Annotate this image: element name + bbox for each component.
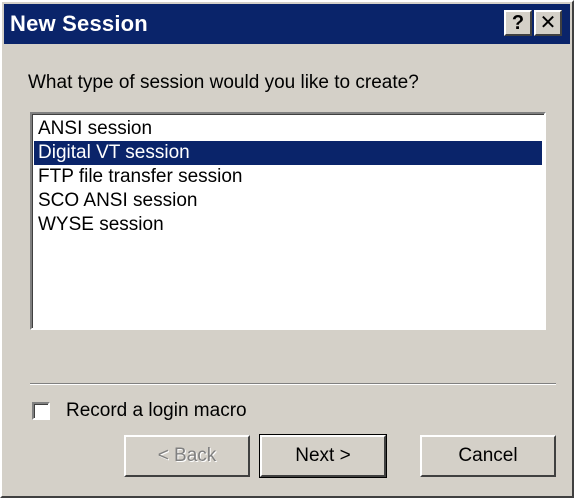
record-macro-option[interactable]: Record a login macro [32, 400, 247, 422]
title-bar[interactable]: New Session ? ✕ [4, 4, 570, 44]
close-icon: ✕ [539, 12, 557, 34]
record-macro-label: Record a login macro [66, 400, 247, 421]
record-macro-checkbox[interactable] [32, 402, 50, 420]
list-item[interactable]: SCO ANSI session [34, 189, 542, 213]
back-button[interactable]: < Back [124, 435, 250, 477]
list-item[interactable]: Digital VT session [34, 141, 542, 165]
next-button[interactable]: Next > [259, 434, 387, 478]
list-item[interactable]: WYSE session [34, 213, 542, 237]
new-session-dialog: New Session ? ✕ What type of session wou… [0, 0, 574, 498]
window-title: New Session [10, 11, 148, 36]
separator [30, 383, 556, 385]
close-button[interactable]: ✕ [534, 10, 562, 36]
list-item[interactable]: ANSI session [34, 117, 542, 141]
list-item[interactable]: FTP file transfer session [34, 165, 542, 189]
help-button[interactable]: ? [504, 10, 532, 36]
cancel-button[interactable]: Cancel [420, 435, 556, 477]
session-type-list[interactable]: ANSI session Digital VT session FTP file… [30, 112, 546, 330]
session-type-prompt: What type of session would you like to c… [28, 72, 419, 93]
help-icon: ? [511, 12, 525, 34]
